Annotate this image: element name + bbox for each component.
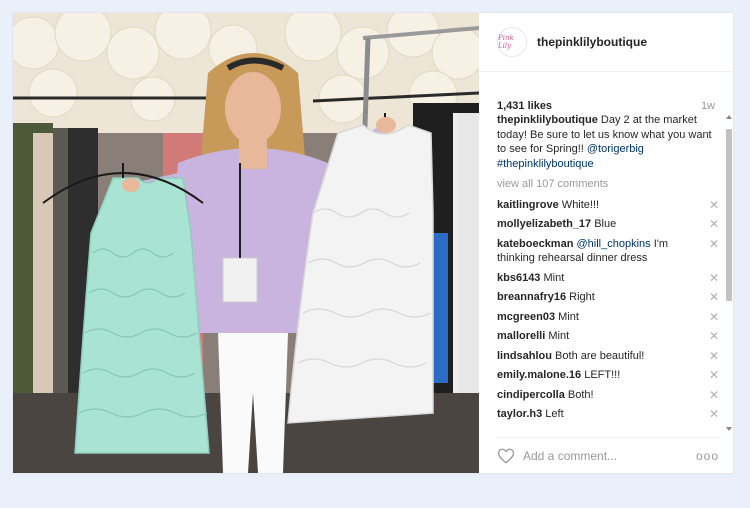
photo-illustration	[13, 13, 479, 473]
more-options-icon[interactable]: ooo	[696, 449, 719, 463]
scroll-down-arrow-icon[interactable]	[726, 427, 732, 431]
comment-text: Both are beautiful!	[552, 349, 645, 362]
caption: thepinklilyboutique Day 2 at the market …	[497, 113, 721, 171]
caption-username[interactable]: thepinklilyboutique	[497, 114, 598, 126]
post-card: Pink Lily thepinklilyboutique 1,431 like…	[12, 12, 734, 474]
heart-icon[interactable]	[497, 447, 515, 465]
caption-hashtag[interactable]: #thepinklilyboutique	[497, 158, 594, 170]
comment-item: taylor.h3 Left ✕	[497, 407, 721, 422]
header-username[interactable]: thepinklilyboutique	[537, 35, 647, 49]
comment-text: White!!!	[558, 198, 600, 211]
comment-item: emily.malone.16 LEFT!!! ✕	[497, 368, 721, 383]
comment-container: kaitlingrove White!!! ✕ mollyelizabeth_17 …	[497, 198, 721, 422]
comment-item: lindsahlou Both are beautiful! ✕	[497, 349, 721, 364]
comment-username[interactable]: kateboeckman	[497, 238, 573, 250]
comment-item: cindipercolla Both! ✕	[497, 388, 721, 403]
close-icon[interactable]: ✕	[707, 198, 721, 212]
close-icon[interactable]: ✕	[707, 368, 721, 382]
add-comment-input[interactable]: Add a comment...	[523, 449, 696, 463]
likes-count[interactable]: 1,431 likes	[497, 100, 552, 112]
comment-text: Blue	[591, 218, 617, 230]
comments-list: thepinklilyboutique Day 2 at the market …	[497, 113, 721, 431]
comment-username[interactable]: mcgreen03	[497, 311, 555, 323]
comment-text: LEFT!!!	[581, 369, 621, 381]
comment-text: Both!	[564, 388, 594, 401]
post-sidebar: Pink Lily thepinklilyboutique 1,431 like…	[479, 13, 733, 473]
view-all-comments-link[interactable]: view all 107 comments	[497, 177, 721, 192]
close-icon[interactable]: ✕	[707, 349, 721, 363]
comment-item: kateboeckman @hill_chopkins I'm thinking…	[497, 237, 721, 266]
comment-mention[interactable]: @hill_chopkins	[573, 238, 650, 250]
comment-text: Mint	[545, 330, 570, 342]
close-icon[interactable]: ✕	[707, 271, 721, 285]
comment-username[interactable]: kbs6143	[497, 272, 540, 284]
comment-username[interactable]: mallorelli	[497, 330, 545, 342]
scroll-up-arrow-icon[interactable]	[726, 115, 732, 119]
post-time[interactable]: 1w	[701, 100, 715, 112]
comment-username[interactable]: emily.malone.16	[497, 369, 581, 381]
comments-scrollbar[interactable]	[725, 115, 733, 431]
close-icon[interactable]: ✕	[707, 407, 721, 421]
post-footer: Add a comment... ooo	[497, 437, 719, 474]
close-icon[interactable]: ✕	[707, 290, 721, 304]
comment-text: Mint	[540, 271, 565, 284]
comment-username[interactable]: mollyelizabeth_17	[497, 218, 591, 230]
close-icon[interactable]: ✕	[707, 237, 721, 251]
comment-item: kaitlingrove White!!! ✕	[497, 198, 721, 213]
comment-item: breannafry16 Right ✕	[497, 290, 721, 305]
close-icon[interactable]: ✕	[707, 217, 721, 231]
comment-username[interactable]: cindipercolla	[497, 389, 565, 401]
comment-username[interactable]: lindsahlou	[497, 350, 552, 362]
avatar[interactable]: Pink Lily	[497, 27, 527, 57]
comment-item: kbs6143 Mint ✕	[497, 271, 721, 286]
close-icon[interactable]: ✕	[707, 329, 721, 343]
scroll-thumb[interactable]	[726, 129, 732, 301]
comment-text: Left	[542, 408, 564, 420]
comment-username[interactable]: kaitlingrove	[497, 199, 559, 211]
comment-text: Mint	[555, 310, 579, 323]
post-header: Pink Lily thepinklilyboutique	[479, 13, 733, 72]
comment-username[interactable]: taylor.h3	[497, 408, 542, 420]
comment-item: mcgreen03 Mint ✕	[497, 310, 721, 325]
caption-mention[interactable]: @torigerbig	[587, 143, 644, 155]
close-icon[interactable]: ✕	[707, 388, 721, 402]
comment-username[interactable]: breannafry16	[497, 291, 566, 303]
close-icon[interactable]: ✕	[707, 310, 721, 324]
comment-item: mallorelli Mint ✕	[497, 329, 721, 344]
comment-item: mollyelizabeth_17 Blue ✕	[497, 217, 721, 232]
post-photo[interactable]	[13, 13, 479, 473]
comment-text: Right	[566, 291, 595, 303]
